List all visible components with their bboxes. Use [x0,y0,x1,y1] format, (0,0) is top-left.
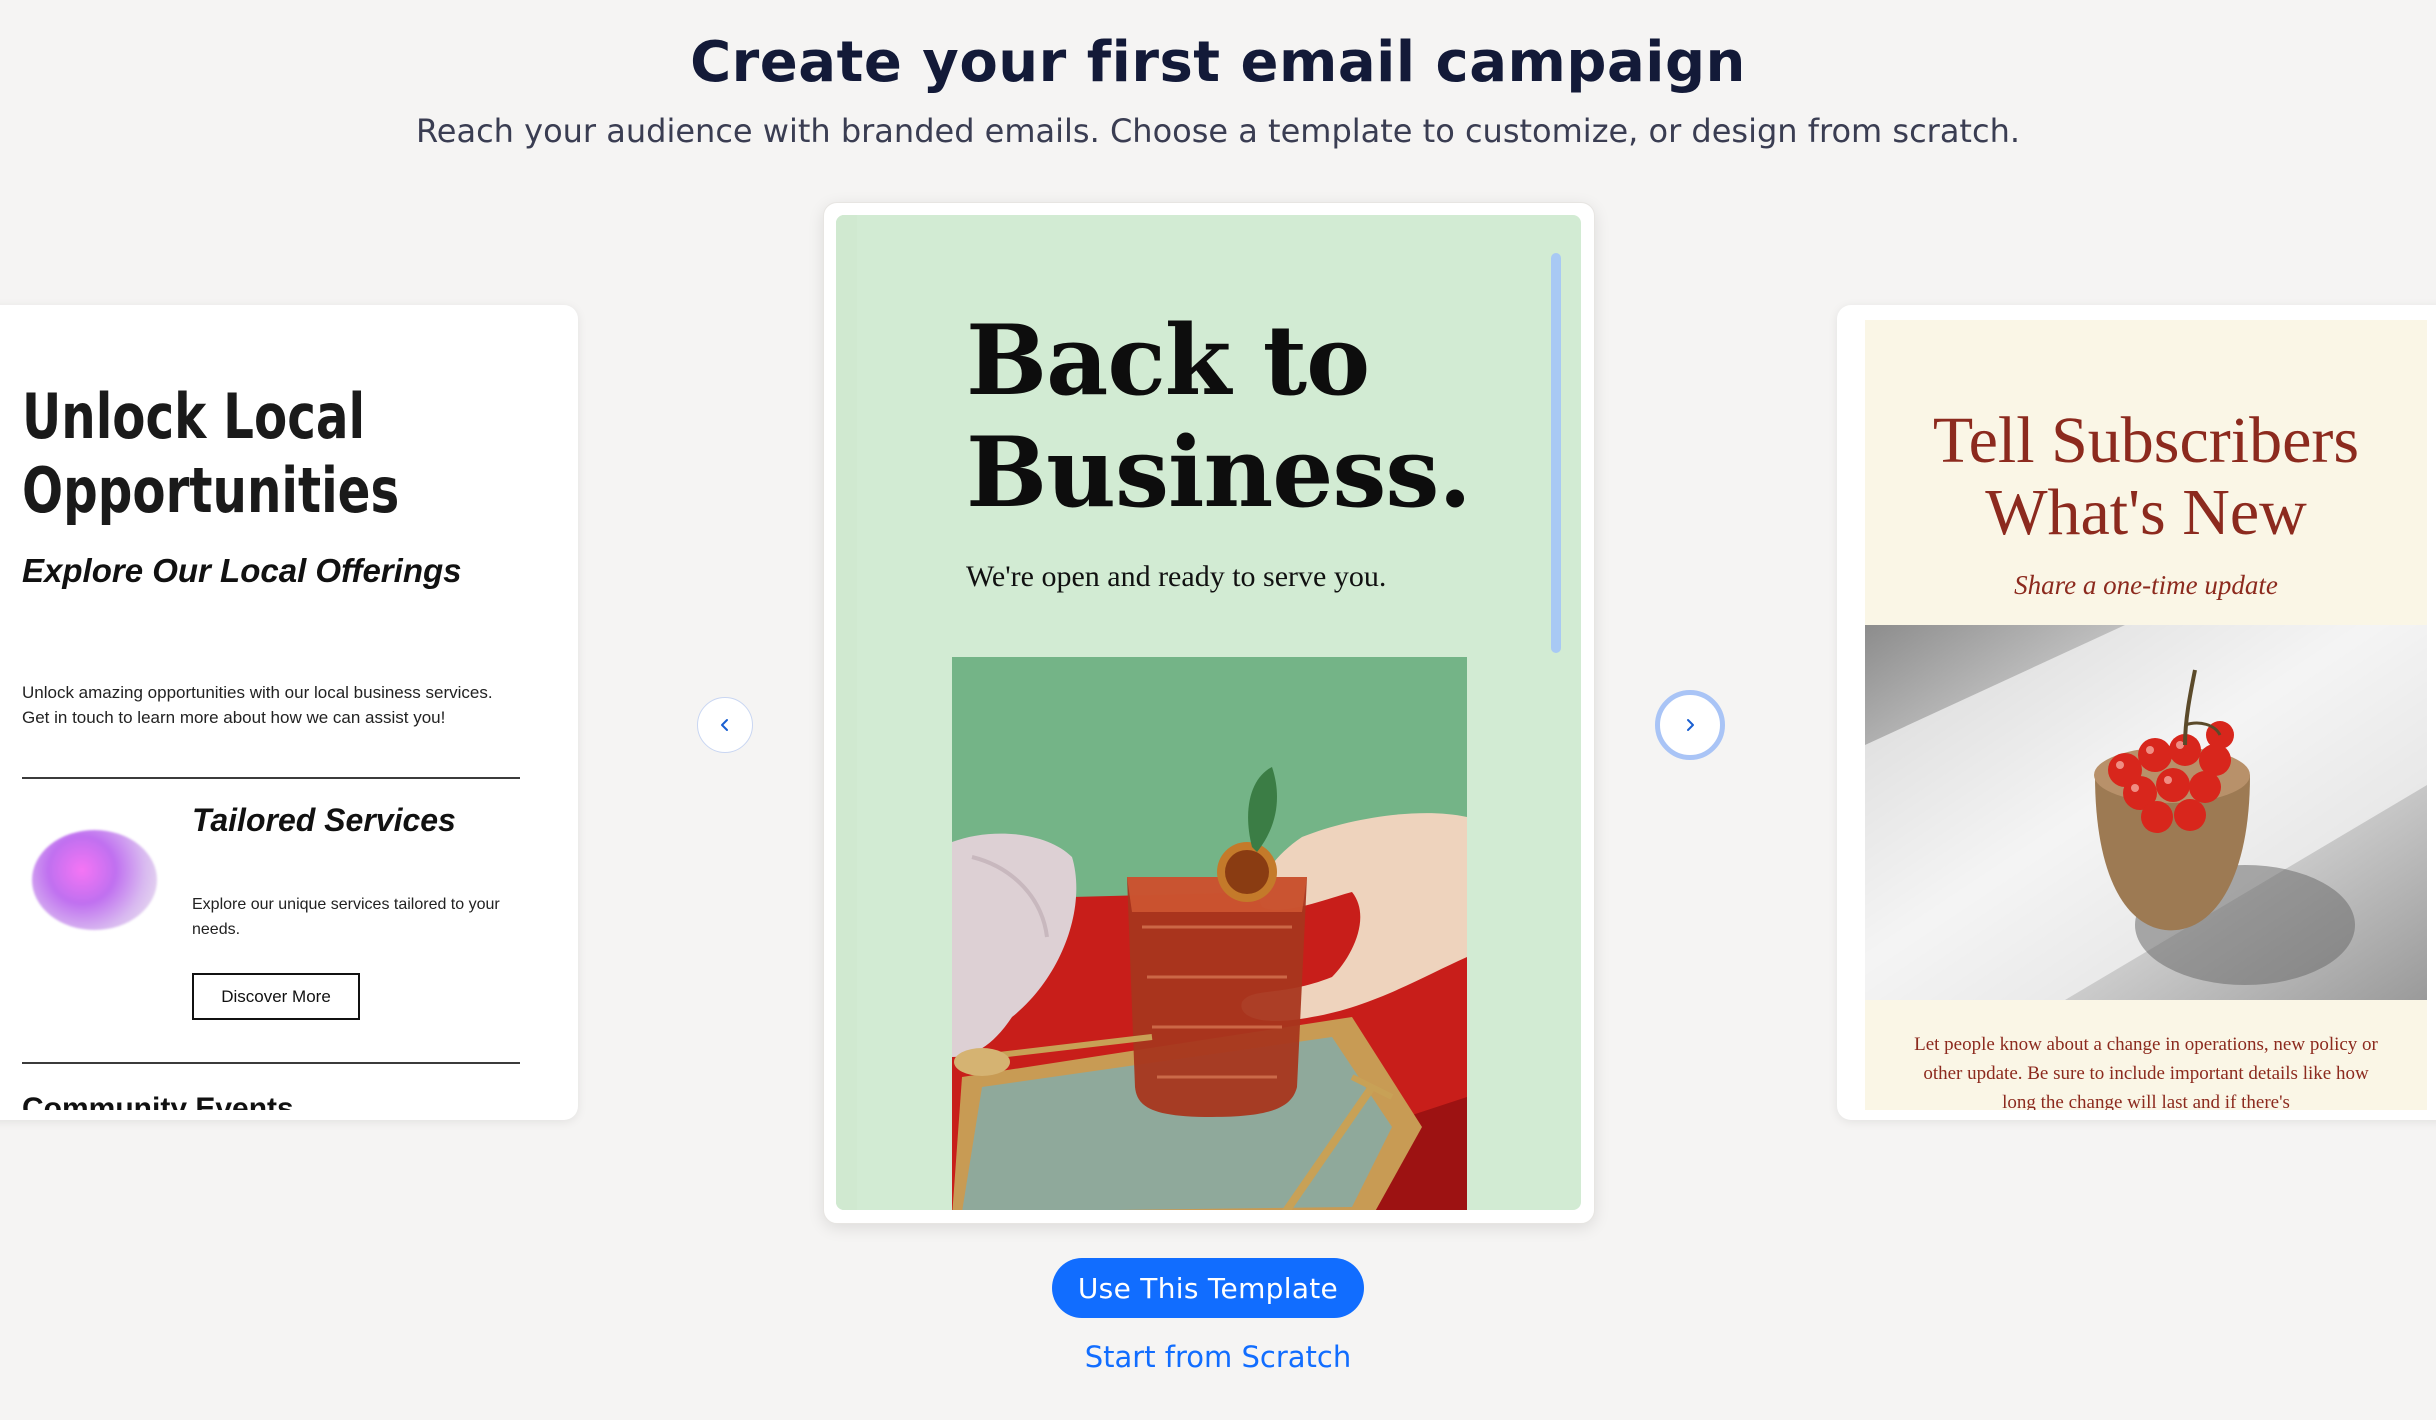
template-title: Tell Subscribers What's New [1865,405,2427,549]
template-body-line: Get in touch to learn more about how we … [22,708,446,727]
template-subtitle: Explore Our Local Offerings [22,552,462,589]
template-title-line: Tell Subscribers [1932,404,2360,477]
cutoff-heading: Community Events [22,1092,294,1110]
tomato-bowl-illustration [1865,625,2427,1000]
template-body-line: Unlock amazing opportunities with our lo… [22,683,493,702]
chevron-left-icon [717,717,733,733]
page-title: Create your first email campaign [690,30,1746,95]
start-from-scratch-text[interactable]: Start from Scratch [1085,1340,1352,1374]
template-card-tell-subscribers[interactable]: Tell Subscribers What's New Share a one-… [1837,305,2436,1120]
template-body: Unlock amazing opportunities with our lo… [22,680,512,730]
chevron-right-icon [1682,717,1698,733]
template-subtitle: Share a one-time update [2014,570,2278,600]
cocktail-illustration [952,657,1467,1210]
template-preview: Tell Subscribers What's New Share a one-… [1865,320,2427,1110]
template-tagline: We're open and ready to serve you. [966,560,1387,593]
template-title-line: Unlock Local [22,380,366,453]
use-this-template-button[interactable]: Use This Template [1052,1258,1364,1318]
template-body: Let people know about a change in operat… [1914,1034,2378,1110]
carousel-prev-button[interactable] [697,697,753,753]
carousel-next-button[interactable] [1655,690,1725,760]
page-subtitle: Reach your audience with branded emails.… [415,112,2021,150]
template-title-line: Back to [966,304,1370,417]
template-card-local-opportunities[interactable]: Unlock Local Opportunities Explore Our L… [0,305,578,1120]
discover-more-button: Discover More [192,973,360,1020]
template-title: Back to Business. [966,304,1472,529]
services-body: Explore our unique services tailored to … [192,896,500,938]
tomato-bowl-photo [1865,625,2427,1000]
template-margin [836,215,857,1210]
scrollbar-thumb[interactable] [1551,253,1561,653]
template-preview: Back to Business. We're open and ready t… [836,215,1581,1210]
template-title-line: Opportunities [22,454,400,527]
email-campaign-onboarding: Create your first email campaign Reach y… [0,0,2436,1420]
divider [22,777,520,779]
template-title-line: What's New [1985,476,2307,549]
template-title-line: Business. [966,416,1472,529]
divider [22,1062,520,1064]
start-from-scratch-link: Start from Scratch [0,1340,2436,1374]
cocktail-photo [952,657,1467,1210]
preview-scrollbar[interactable] [1549,235,1563,1210]
gradient-blob-image [32,830,157,930]
template-card-back-to-business[interactable]: Back to Business. We're open and ready t… [823,202,1595,1224]
services-title: Tailored Services [192,802,456,838]
template-title: Unlock Local Opportunities [22,380,521,528]
template-preview: Unlock Local Opportunities Explore Our L… [0,320,532,1110]
